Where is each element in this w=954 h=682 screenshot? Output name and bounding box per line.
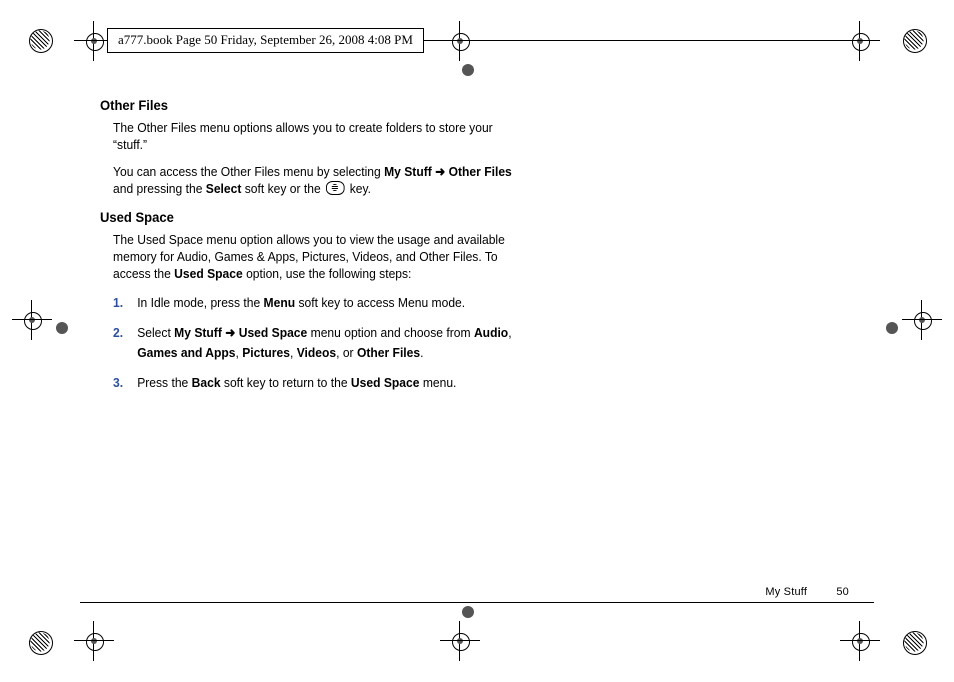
bold-text: Other Files (449, 164, 512, 179)
registration-mark-icon (902, 300, 942, 340)
ok-key-icon (326, 181, 345, 195)
ordered-list: 1. In Idle mode, press the Menu soft key… (113, 293, 526, 394)
bold-text: Videos (297, 345, 336, 360)
list-item: 2. Select My Stuff ➜ Used Space menu opt… (113, 323, 526, 363)
crop-mark-icon (22, 22, 58, 58)
list-item: 1. In Idle mode, press the Menu soft key… (113, 293, 526, 313)
page-footer: My Stuff 50 (765, 586, 849, 598)
text: soft key or the (241, 181, 324, 196)
text: and pressing the (113, 181, 206, 196)
text: key. (346, 181, 371, 196)
bold-text: My Stuff (174, 325, 225, 340)
registration-mark-icon (440, 621, 480, 661)
step-text: Press the Back soft key to return to the… (137, 373, 526, 393)
text: soft key to return to the (221, 375, 351, 390)
registration-mark-icon (840, 21, 880, 61)
text: , or (336, 345, 357, 360)
text: Press the (137, 375, 191, 390)
registration-mark-icon (440, 21, 480, 61)
bold-text: Used Space (351, 375, 420, 390)
footer-rule (80, 602, 874, 603)
bold-text: My Stuff (384, 164, 432, 179)
bold-text: Select (206, 181, 242, 196)
heading-used-space: Used Space (100, 208, 539, 226)
text: You can access the Other Files menu by s… (113, 164, 384, 179)
dot-icon (886, 322, 898, 334)
step-text: In Idle mode, press the Menu soft key to… (137, 293, 526, 313)
text: In Idle mode, press the (137, 295, 263, 310)
paragraph: The Other Files menu options allows you … (113, 120, 526, 154)
footer-page-number: 50 (836, 586, 849, 598)
crop-mark-icon (22, 624, 58, 660)
list-item: 3. Press the Back soft key to return to … (113, 373, 526, 393)
registration-mark-icon (840, 621, 880, 661)
text: , (236, 345, 243, 360)
bold-text: Used Space (239, 325, 308, 340)
arrow-icon: ➜ (432, 164, 449, 179)
step-number: 2. (113, 323, 137, 363)
bold-text: Back (192, 375, 221, 390)
text: . (420, 345, 423, 360)
bold-text: Menu (264, 295, 296, 310)
bold-text: Other Files (357, 345, 420, 360)
document-meta: a777.book Page 50 Friday, September 26, … (107, 28, 424, 53)
text: , (290, 345, 297, 360)
registration-mark-icon (74, 621, 114, 661)
step-number: 1. (113, 293, 137, 313)
dot-icon (462, 606, 474, 618)
dot-icon (56, 322, 68, 334)
step-number: 3. (113, 373, 137, 393)
heading-other-files: Other Files (100, 96, 539, 114)
crop-mark-icon (896, 624, 932, 660)
bold-text: Used Space (174, 266, 243, 281)
dot-icon (462, 64, 474, 76)
paragraph: You can access the Other Files menu by s… (113, 164, 526, 198)
step-text: Select My Stuff ➜ Used Space menu option… (137, 323, 526, 363)
bold-text: Games and Apps (137, 345, 235, 360)
text: Select (137, 325, 174, 340)
text: , (508, 325, 511, 340)
crop-mark-icon (896, 22, 932, 58)
page-body: Other Files The Other Files menu options… (100, 96, 572, 403)
text: menu. (419, 375, 456, 390)
text: menu option and choose from (307, 325, 474, 340)
text: soft key to access Menu mode. (295, 295, 465, 310)
text: option, use the following steps: (243, 266, 412, 281)
footer-section-name: My Stuff (765, 586, 807, 598)
paragraph: The Used Space menu option allows you to… (113, 232, 526, 283)
bold-text: Audio (474, 325, 508, 340)
registration-mark-icon (12, 300, 52, 340)
bold-text: Pictures (242, 345, 290, 360)
arrow-icon: ➜ (225, 325, 238, 340)
